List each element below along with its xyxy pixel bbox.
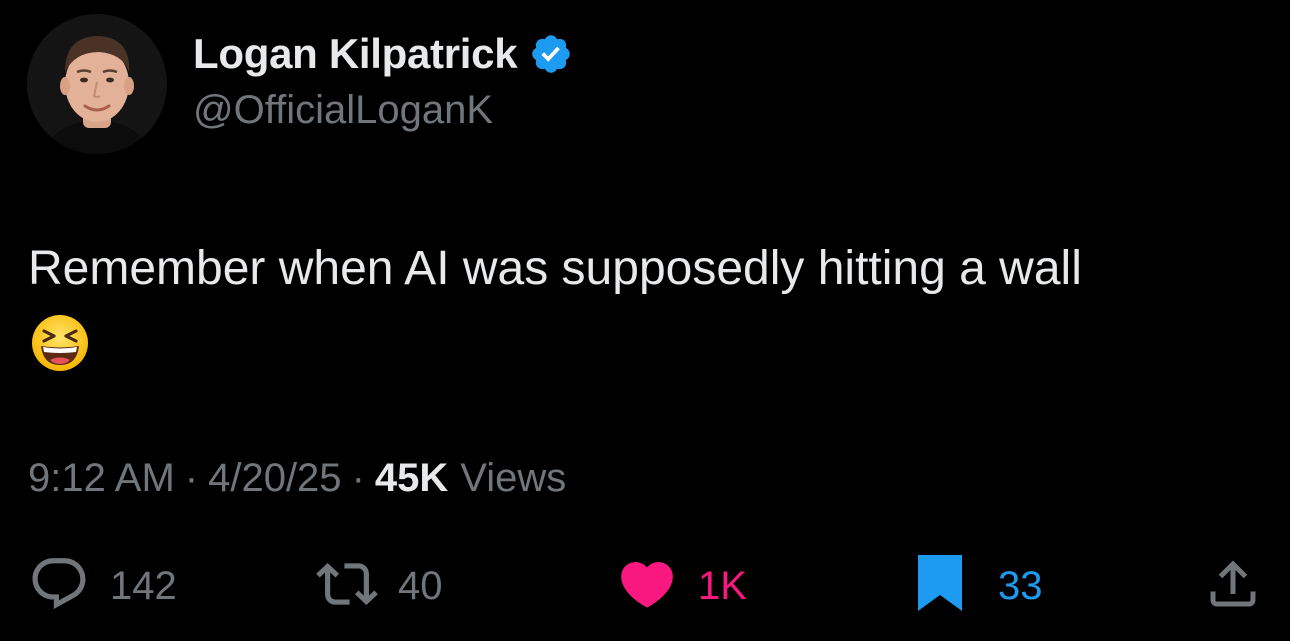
meta-separator: · bbox=[184, 456, 199, 500]
share-icon bbox=[1203, 554, 1263, 619]
avatar[interactable] bbox=[27, 14, 167, 154]
tweet-meta: 9:12 AM · 4/20/25 · 45K Views bbox=[28, 456, 566, 501]
bookmark-icon bbox=[916, 554, 964, 618]
like-button[interactable]: 1K bbox=[616, 556, 747, 616]
verified-badge-icon[interactable] bbox=[529, 32, 573, 76]
tweet-time[interactable]: 9:12 AM bbox=[28, 456, 175, 501]
retweet-button[interactable]: 40 bbox=[316, 556, 443, 616]
reply-icon bbox=[28, 553, 90, 620]
tweet-text: Remember when AI was supposedly hitting … bbox=[28, 242, 1082, 295]
tweet-card: Logan Kilpatrick @OfficialLoganK Remembe… bbox=[0, 0, 1290, 641]
bookmark-count: 33 bbox=[998, 563, 1043, 608]
views-label[interactable]: Views bbox=[460, 456, 566, 501]
views-count[interactable]: 45K bbox=[375, 456, 448, 501]
laughing-emoji-icon bbox=[30, 313, 90, 373]
author-name-row: Logan Kilpatrick bbox=[193, 26, 573, 82]
reply-button[interactable]: 142 bbox=[28, 556, 177, 616]
author-display-name[interactable]: Logan Kilpatrick bbox=[193, 30, 518, 78]
bookmark-button[interactable]: 33 bbox=[916, 554, 1043, 618]
author-handle[interactable]: @OfficialLoganK bbox=[193, 88, 493, 133]
tweet-date[interactable]: 4/20/25 bbox=[208, 456, 341, 501]
meta-separator: · bbox=[351, 456, 365, 500]
heart-icon bbox=[616, 553, 678, 620]
share-button[interactable] bbox=[1203, 556, 1263, 616]
retweet-icon bbox=[316, 553, 378, 620]
like-count: 1K bbox=[698, 563, 747, 608]
reply-count: 142 bbox=[110, 563, 177, 608]
retweet-count: 40 bbox=[398, 563, 443, 608]
